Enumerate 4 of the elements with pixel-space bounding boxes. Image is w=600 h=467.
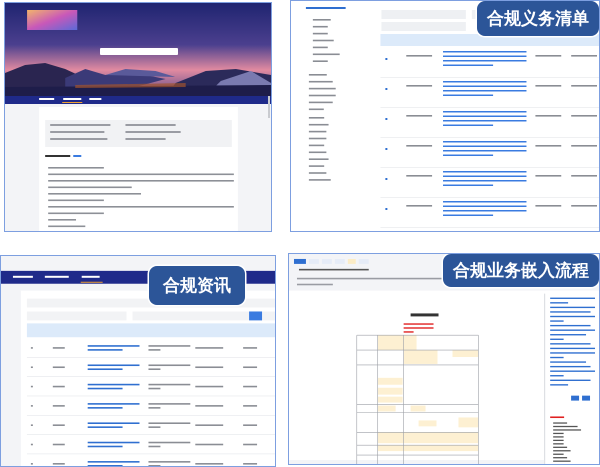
panel-caption: 合规资讯 [149,266,245,305]
search-field[interactable] [100,48,178,55]
panel-caption: 合规业务嵌入流程 [443,254,599,287]
panel-caption: 合规义务清单 [477,1,599,36]
